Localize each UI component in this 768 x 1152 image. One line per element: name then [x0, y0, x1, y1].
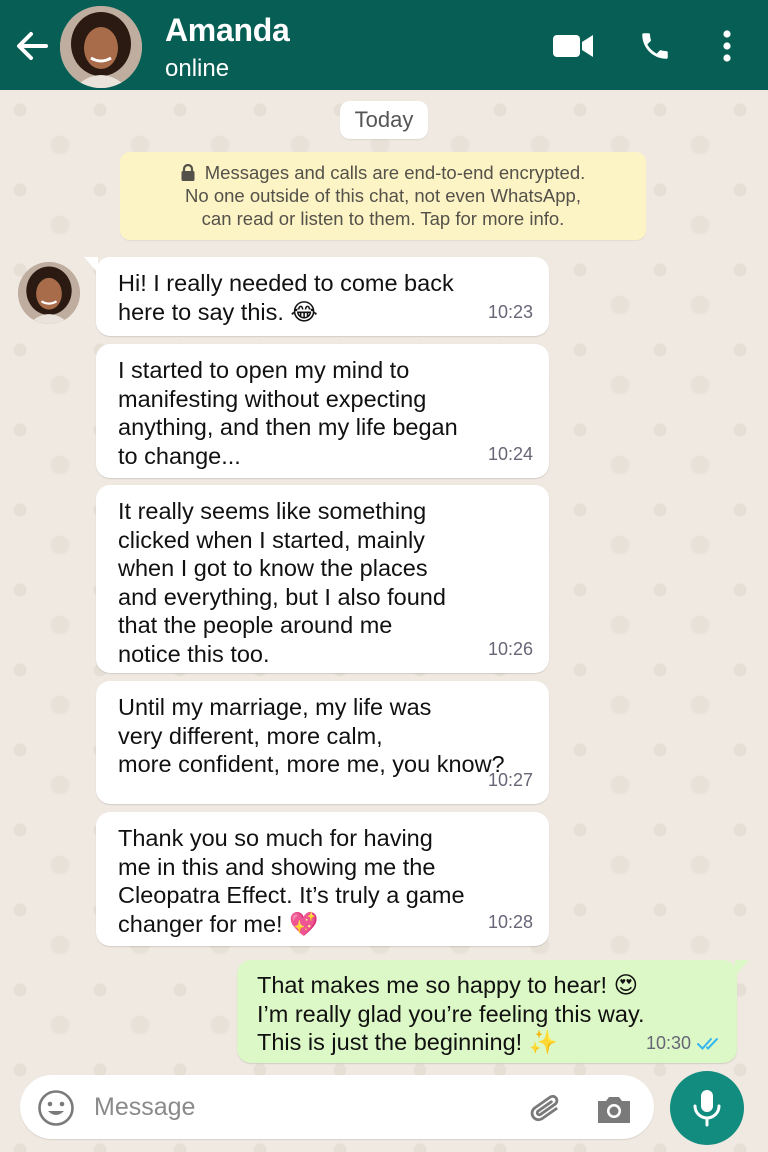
- encryption-notice[interactable]: Messages and calls are end-to-end encryp…: [120, 152, 646, 240]
- message-time: 10:24: [487, 443, 533, 464]
- contact-avatar[interactable]: [60, 6, 142, 88]
- encryption-line-2: No one outside of this chat, not even Wh…: [185, 185, 581, 206]
- video-camera-icon: [553, 35, 593, 57]
- contact-name[interactable]: Amanda: [165, 12, 290, 49]
- more-vertical-icon: [723, 30, 731, 62]
- emoji-button[interactable]: [36, 1088, 76, 1128]
- contact-status: online: [165, 55, 230, 82]
- double-check-read-icon: [697, 1037, 718, 1050]
- message-text: Thank you so much for having me in this …: [118, 825, 465, 937]
- bubble-tail: [735, 960, 749, 976]
- attach-button[interactable]: [526, 1089, 566, 1129]
- message-text: Hi! I really needed to come back here to…: [118, 270, 454, 325]
- message-text: Until my marriage, my life was very diff…: [118, 694, 505, 777]
- message-composer: [20, 1075, 654, 1139]
- message-time: 10:23: [487, 301, 533, 322]
- avatar-image: [18, 262, 80, 324]
- video-call-button[interactable]: [550, 26, 596, 66]
- message-time: 10:27: [487, 769, 533, 790]
- message-bubble-incoming[interactable]: Until my marriage, my life was very diff…: [96, 681, 549, 804]
- message-bubble-outgoing[interactable]: That makes me so happy to hear! 😍 I’m re…: [237, 960, 749, 1063]
- message-time: 10:26: [487, 638, 533, 659]
- emoji-icon: [38, 1090, 74, 1126]
- sender-avatar[interactable]: [18, 262, 80, 324]
- message-text: It really seems like something clicked w…: [118, 498, 446, 667]
- bubble-tail: [84, 257, 98, 273]
- camera-icon: [598, 1097, 630, 1123]
- message-bubble-incoming[interactable]: I started to open my mind to manifesting…: [96, 344, 549, 478]
- message-bubble-incoming[interactable]: Thank you so much for having me in this …: [96, 812, 549, 946]
- microphone-icon: [693, 1090, 721, 1127]
- message-meta: 10:30: [646, 1029, 723, 1058]
- lock-icon: [181, 164, 195, 181]
- paperclip-icon: [530, 1095, 559, 1122]
- date-divider: Today: [340, 101, 428, 139]
- message-bubble-incoming[interactable]: Hi! I really needed to come back here to…: [84, 257, 549, 336]
- message-input[interactable]: [94, 1085, 494, 1129]
- more-options-button[interactable]: [712, 26, 742, 66]
- message-bubble-incoming[interactable]: It really seems like something clicked w…: [96, 485, 549, 673]
- message-text: I started to open my mind to manifesting…: [118, 357, 458, 469]
- avatar-image: [60, 6, 142, 88]
- arrow-left-icon: [17, 32, 48, 60]
- message-time: 10:28: [487, 911, 533, 932]
- back-button[interactable]: [12, 28, 52, 64]
- camera-button[interactable]: [594, 1089, 634, 1129]
- message-text: That makes me so happy to hear! 😍 I’m re…: [257, 972, 645, 1055]
- message-time: 10:30: [645, 1032, 691, 1053]
- voice-message-button[interactable]: [670, 1071, 744, 1145]
- encryption-line-1: Messages and calls are end-to-end encryp…: [204, 162, 586, 183]
- phone-icon: [642, 33, 668, 59]
- chat-header: Amanda online: [0, 0, 768, 90]
- voice-call-button[interactable]: [634, 26, 676, 66]
- encryption-line-3: can read or listen to them. Tap for more…: [201, 208, 565, 229]
